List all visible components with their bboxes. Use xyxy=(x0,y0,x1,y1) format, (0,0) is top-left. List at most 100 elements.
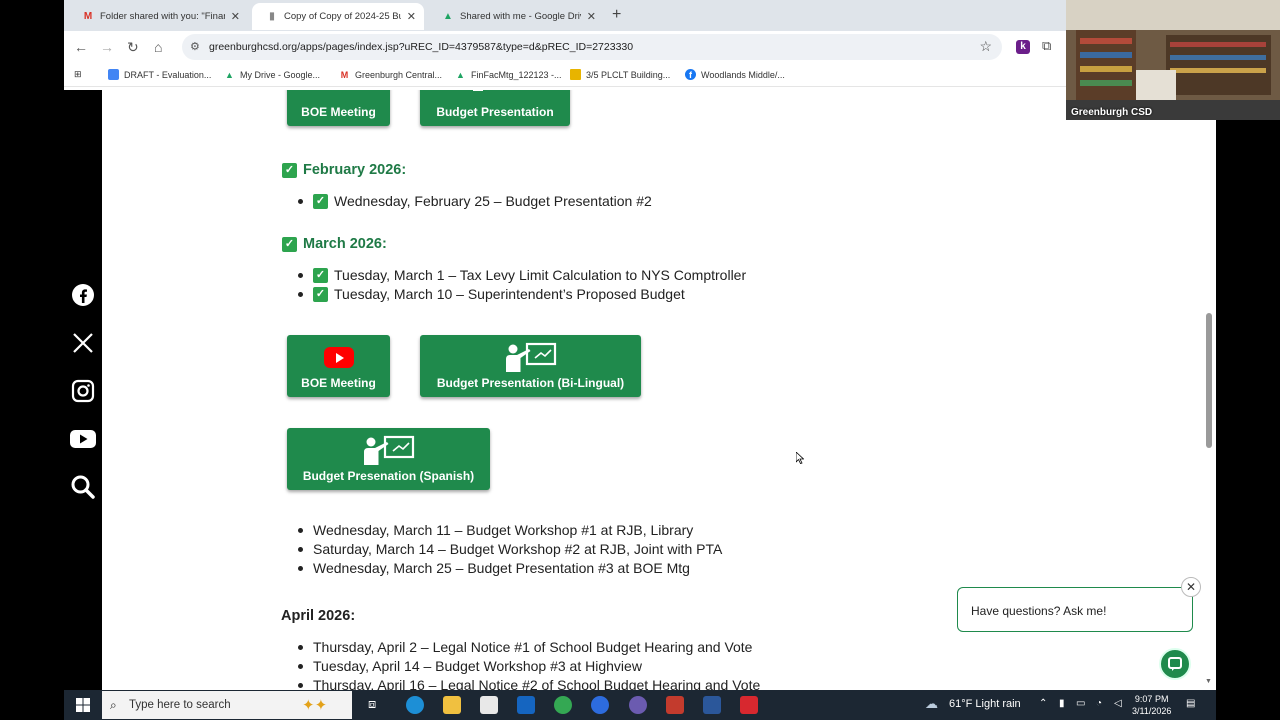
item-text: Thursday, April 16 – Legal Notice #2 of … xyxy=(313,677,761,690)
windows-start-icon[interactable] xyxy=(76,698,90,712)
bookmark-star-icon[interactable]: ☆ xyxy=(979,38,992,55)
item-text: Wednesday, March 25 – Budget Presentatio… xyxy=(313,560,690,576)
presentation-icon xyxy=(363,435,415,465)
drive-icon: ▲ xyxy=(443,11,453,22)
chevron-up-icon[interactable]: ⌃ xyxy=(1039,698,1047,709)
close-icon[interactable]: ✕ xyxy=(587,10,596,23)
bookmarks-bar: ⊞ DRAFT - Evaluation... ▲ My Drive - Goog… xyxy=(64,63,1066,87)
bullet xyxy=(298,272,303,278)
bookmark-item[interactable]: M Greenburgh Central... xyxy=(339,69,442,80)
item-text: Tuesday, March 10 – Superintendent’s Pro… xyxy=(334,286,685,302)
april-heading: April 2026: xyxy=(281,608,355,624)
instagram-icon[interactable] xyxy=(70,378,96,404)
extensions-icon[interactable]: ⧉ xyxy=(1042,38,1051,54)
tab-gmail[interactable]: M Folder shared with you: "Financ ✕ xyxy=(68,3,248,30)
march-heading: ✓ March 2026: xyxy=(282,236,387,252)
checkmark-icon: ✓ xyxy=(282,236,297,252)
bookmark-item[interactable]: f Woodlands Middle/... xyxy=(685,69,785,80)
new-tab-button[interactable]: + xyxy=(612,6,621,24)
site-info-icon[interactable]: ⚙ xyxy=(190,40,200,53)
item-text: Saturday, March 14 – Budget Workshop #2 … xyxy=(313,541,723,557)
address-bar[interactable]: ⚙ greenburghcsd.org/apps/pages/index.jsp… xyxy=(182,34,1002,60)
task-view-icon[interactable]: ⧈ xyxy=(368,696,386,714)
taskbar-search-box[interactable]: ⌕ Type here to search ✦✦ xyxy=(102,691,352,719)
chat-prompt-bubble[interactable]: Have questions? Ask me! xyxy=(957,587,1193,632)
chrome-profile-icon[interactable] xyxy=(629,696,647,714)
extension-k-icon[interactable]: k xyxy=(1016,40,1030,54)
volume-icon[interactable]: ◁ xyxy=(1114,698,1122,709)
docs-icon xyxy=(108,69,119,80)
button-label: Budget Presenation (Spanish) xyxy=(302,469,475,483)
winrar-icon[interactable] xyxy=(666,696,684,714)
usb-icon[interactable]: ▮ xyxy=(1059,698,1065,709)
bookmark-item[interactable]: ▲ My Drive - Google... xyxy=(224,69,320,80)
file-explorer-icon[interactable] xyxy=(443,696,461,714)
zoom-icon[interactable] xyxy=(591,696,609,714)
youtube-icon xyxy=(323,347,354,368)
bookmark-label: Greenburgh Central... xyxy=(355,69,443,80)
facebook-icon[interactable] xyxy=(70,282,96,308)
browser-toolbar: ← → ↻ ⌂ ⚙ greenburghcsd.org/apps/pages/i… xyxy=(64,31,1066,63)
list-item: Wednesday, March 25 – Budget Presentatio… xyxy=(298,560,690,576)
list-item: Saturday, March 14 – Budget Workshop #2 … xyxy=(298,541,722,557)
forward-icon[interactable]: → xyxy=(100,39,114,55)
budget-presentation-button[interactable]: Budget Presentation xyxy=(420,90,570,126)
notifications-icon[interactable]: ▤ xyxy=(1186,698,1195,709)
clock[interactable]: 9:07 PM 3/11/2026 xyxy=(1132,693,1171,717)
close-icon[interactable]: ✕ xyxy=(231,10,240,23)
budget-presentation-bilingual-button[interactable]: Budget Presentation (Bi-Lingual) xyxy=(420,335,641,397)
tab-label: Shared with me - Google Drive xyxy=(460,11,581,22)
x-twitter-icon[interactable] xyxy=(70,330,96,356)
budget-presentation-spanish-button[interactable]: Budget Presenation (Spanish) xyxy=(287,428,490,490)
store-icon[interactable] xyxy=(480,696,498,714)
acrobat-icon[interactable] xyxy=(740,696,758,714)
bookmark-label: 3/5 PLCLT Building... xyxy=(586,69,671,80)
home-icon[interactable]: ⌂ xyxy=(154,39,162,55)
chat-launcher-icon[interactable] xyxy=(1159,648,1191,680)
network-icon[interactable]: ▭ xyxy=(1076,698,1085,709)
bookmark-item[interactable]: ▲ FinFacMtg_122123 -... xyxy=(455,69,562,80)
bullet xyxy=(298,644,303,650)
social-sidebar xyxy=(64,90,102,690)
taskbar: ⌕ Type here to search ✦✦ ⧈ ☁ 61°F Light … xyxy=(64,690,1216,720)
youtube-icon[interactable] xyxy=(70,426,96,452)
tab-label: Copy of Copy of 2024-25 Budg xyxy=(284,11,401,22)
scroll-down-arrow-icon[interactable]: ▼ xyxy=(1205,678,1212,685)
video-thumbnail[interactable]: Greenburgh CSD xyxy=(1066,0,1280,120)
tab-drive[interactable]: ▲ Shared with me - Google Drive ✕ xyxy=(428,3,604,30)
tab-budget[interactable]: ▮ Copy of Copy of 2024-25 Budg ✕ xyxy=(252,3,424,30)
boe-meeting-button[interactable]: BOE Meeting xyxy=(287,90,390,126)
bookmark-item[interactable]: DRAFT - Evaluation... xyxy=(108,69,211,80)
search-icon[interactable] xyxy=(70,474,96,500)
checkmark-icon: ✓ xyxy=(313,193,328,209)
month-label: February 2026: xyxy=(303,162,407,178)
back-icon[interactable]: ← xyxy=(74,39,88,55)
edge-icon[interactable] xyxy=(406,696,424,714)
chrome-icon[interactable] xyxy=(554,696,572,714)
item-text: Wednesday, March 11 – Budget Workshop #1… xyxy=(313,522,694,538)
gmail-icon: M xyxy=(83,11,93,22)
button-label: Budget Presentation (Bi-Lingual) xyxy=(436,376,625,390)
chat-close-button[interactable]: ✕ xyxy=(1181,577,1201,597)
word-icon[interactable] xyxy=(703,696,721,714)
scrollbar-thumb[interactable] xyxy=(1206,313,1212,448)
wifi-icon[interactable]: ◔ xyxy=(1096,698,1102,709)
list-item: ✓ Tuesday, March 1 – Tax Levy Limit Calc… xyxy=(298,267,746,283)
boe-meeting-button[interactable]: BOE Meeting xyxy=(287,335,390,397)
reload-icon[interactable]: ↻ xyxy=(127,39,139,56)
bookmark-label: My Drive - Google... xyxy=(240,69,321,80)
month-label: March 2026: xyxy=(303,236,387,252)
weather-icon: ☁ xyxy=(925,696,938,711)
apps-icon[interactable]: ⊞ xyxy=(74,69,82,80)
list-item: Thursday, April 2 – Legal Notice #1 of S… xyxy=(298,639,752,655)
list-item: Tuesday, April 14 – Budget Workshop #3 a… xyxy=(298,658,642,674)
weather-text[interactable]: 61°F Light rain xyxy=(949,698,1021,710)
bookmark-item[interactable]: 3/5 PLCLT Building... xyxy=(570,69,670,80)
button-label: Budget Presentation xyxy=(436,105,554,119)
close-icon[interactable]: ✕ xyxy=(407,10,416,23)
outlook-icon[interactable] xyxy=(517,696,535,714)
bookmark-label: DRAFT - Evaluation... xyxy=(124,69,212,80)
search-icon: ⌕ xyxy=(110,698,117,712)
bookmark-label: FinFacMtg_122123 -... xyxy=(471,69,562,80)
bullet xyxy=(298,291,303,297)
